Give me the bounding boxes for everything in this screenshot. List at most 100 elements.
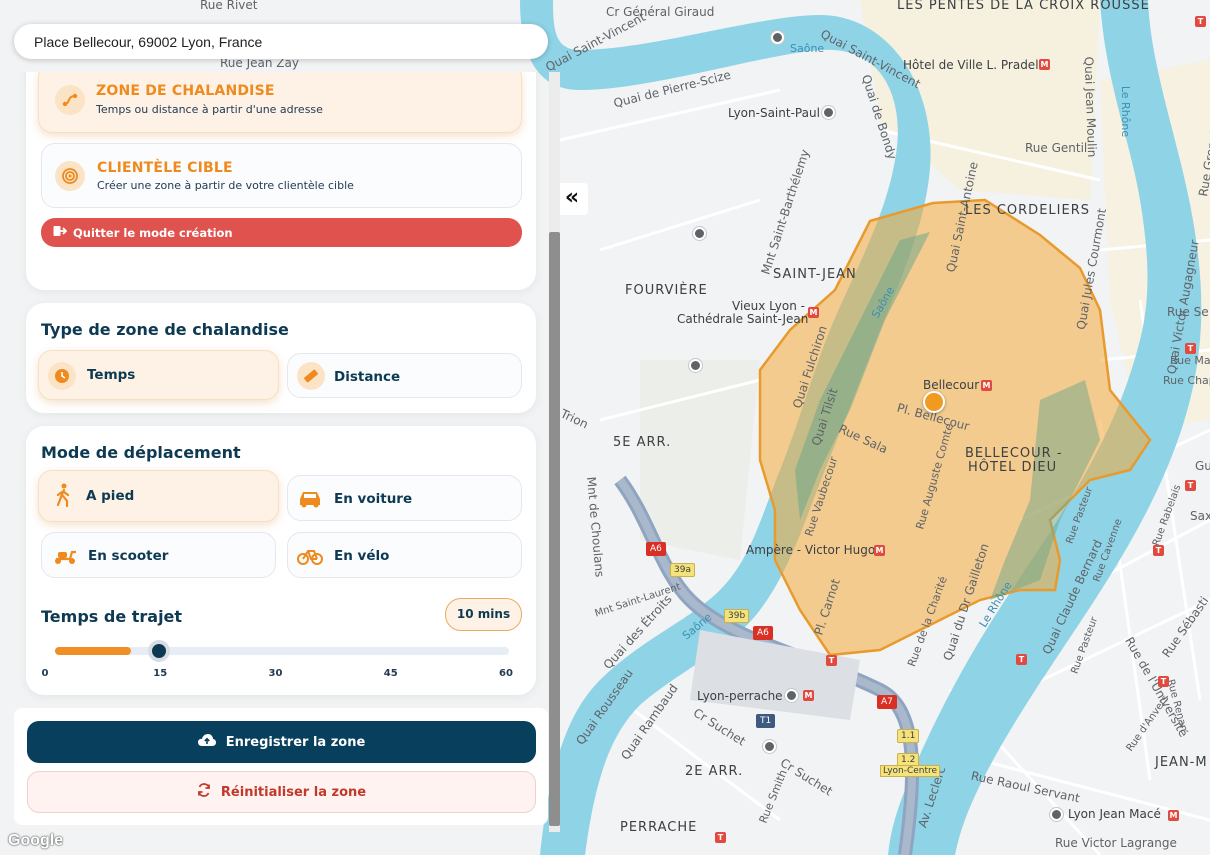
option-subtitle: Créer une zone à partir de votre clientè…	[97, 179, 354, 192]
option-subtitle: Temps ou distance à partir d'une adresse	[96, 103, 323, 116]
map-label: Rue Rivet	[200, 0, 258, 12]
road-badge: A7	[877, 695, 897, 709]
scrollbar-thumb[interactable]	[549, 232, 560, 826]
mode-option-scooter[interactable]: En scooter	[41, 532, 276, 578]
save-zone-button[interactable]: Enregistrer la zone	[27, 721, 536, 763]
road-badge: A6	[753, 626, 773, 640]
option-title: ZONE DE CHALANDISE	[96, 83, 275, 99]
map-label: Rue Se	[1167, 305, 1209, 319]
type-option-label: Temps	[87, 367, 136, 383]
refresh-icon	[197, 783, 211, 801]
map-label: HÔTEL DIEU	[968, 460, 1058, 475]
metro-icon: M	[1039, 59, 1050, 70]
section-title: Type de zone de chalandise	[41, 320, 289, 339]
mode-option-walk[interactable]: A pied	[38, 470, 279, 522]
map-label: JEAN-M	[1155, 755, 1208, 770]
map-label: Lyon-Saint-Paul	[728, 106, 820, 120]
zone-chalandise-option[interactable]: ZONE DE CHALANDISE Temps ou distance à p…	[38, 72, 522, 133]
metro-icon: M	[808, 307, 819, 318]
route-icon	[55, 85, 85, 115]
map-label: LES PENTES DE LA CROIX ROUSSE	[897, 0, 1150, 13]
map-label: PERRACHE	[620, 820, 698, 835]
map-label: Lyon-Centre	[880, 765, 941, 777]
map-label: Cr Général Giraud	[606, 5, 715, 19]
mode-option-car[interactable]: En voiture	[287, 475, 522, 521]
car-icon	[297, 487, 323, 513]
type-option-distance[interactable]: Distance	[287, 353, 522, 398]
map-label: FOURVIÈRE	[625, 283, 708, 298]
location-pin-icon[interactable]	[923, 391, 945, 413]
target-icon	[55, 161, 85, 191]
section-title: Mode de déplacement	[41, 443, 241, 462]
metro-icon: M	[874, 545, 885, 556]
tram-icon: T	[1185, 480, 1196, 491]
map-label: Lyon Jean Macé	[1068, 807, 1161, 821]
travel-time-slider-fill	[55, 647, 131, 655]
slider-tick-label: 15	[153, 668, 168, 679]
type-option-label: Distance	[334, 369, 401, 385]
panel-scroll-area: ZONE DE CHALANDISE Temps ou distance à p…	[14, 72, 548, 704]
map-label: Rue Maz	[1170, 354, 1210, 367]
train-station-icon	[822, 106, 835, 119]
reset-zone-label: Réinitialiser la zone	[220, 784, 367, 800]
map-label: BELLECOUR -	[965, 446, 1063, 461]
metro-icon: M	[981, 380, 992, 391]
slider-tick-label: 45	[383, 668, 398, 679]
map-label: SAINT-JEAN	[773, 267, 857, 282]
lock-icon	[763, 740, 776, 753]
map-label: Ampère - Victor Hugo	[746, 543, 876, 557]
tram-icon: T	[1158, 676, 1169, 687]
collapse-panel-button[interactable]: «	[556, 183, 588, 215]
reset-zone-button[interactable]: Réinitialiser la zone	[27, 771, 536, 813]
road-badge: 39a	[670, 563, 695, 577]
map-label: Sax	[1190, 509, 1210, 523]
search-bar[interactable]	[14, 24, 548, 59]
road-badge: 39b	[724, 609, 750, 623]
slider-tick-label: 0	[41, 668, 49, 679]
clock-icon	[48, 362, 76, 390]
transit-icon	[771, 31, 784, 44]
map-label: Gu	[1195, 459, 1210, 473]
map-label: Saône	[790, 42, 825, 55]
slider-tick-label: 60	[499, 668, 513, 679]
google-logo: Google	[8, 832, 64, 849]
tram-icon: T	[715, 832, 726, 843]
map-label: Vieux Lyon -	[732, 299, 805, 313]
walk-icon	[52, 483, 74, 511]
travel-time-slider-thumb[interactable]	[147, 640, 170, 662]
map-label: Lyon-perrache	[697, 689, 783, 703]
road-badge: A6	[646, 542, 666, 556]
map-label: 2E ARR.	[685, 764, 744, 779]
tram-icon: T	[1195, 16, 1206, 27]
option-title: CLIENTÈLE CIBLE	[97, 160, 233, 176]
cloud-upload-icon	[197, 733, 216, 751]
panel-footer: Enregistrer la zone Réinitialiser la zon…	[14, 708, 548, 825]
map-label: LES CORDELIERS	[965, 203, 1090, 218]
tram-icon: T	[1185, 343, 1196, 354]
tram-badge: T1	[756, 714, 776, 728]
save-zone-label: Enregistrer la zone	[225, 734, 366, 750]
train-station-icon	[785, 689, 798, 702]
bus-station-icon	[689, 359, 702, 372]
mode-option-label: En scooter	[88, 548, 169, 564]
travel-time-badge: 10 mins	[445, 598, 522, 631]
map-label: Rue Chap	[1163, 374, 1210, 387]
map-label: Rue Victor Lagrange	[1055, 836, 1177, 850]
map-label: Cathédrale Saint-Jean	[677, 312, 809, 326]
slider-tick-label: 30	[268, 668, 283, 679]
train-station-icon	[1050, 808, 1063, 821]
exit-icon	[53, 225, 68, 240]
mode-option-bike[interactable]: En vélo	[287, 532, 522, 578]
map-label: Le Rhône	[1119, 85, 1133, 138]
map-label: 5E ARR.	[613, 435, 672, 450]
type-option-time[interactable]: Temps	[38, 350, 279, 400]
scooter-icon	[52, 544, 78, 570]
tram-icon: T	[1153, 545, 1164, 556]
ruler-icon	[297, 362, 325, 390]
tram-icon: T	[826, 655, 837, 666]
quit-creation-button[interactable]: Quitter le mode création	[41, 218, 522, 247]
address-search-input[interactable]	[14, 24, 548, 59]
tram-icon: T	[1016, 654, 1027, 665]
clientele-cible-option[interactable]: CLIENTÈLE CIBLE Créer une zone à partir …	[41, 143, 522, 208]
map-label: Rue Gentil	[1025, 141, 1088, 155]
